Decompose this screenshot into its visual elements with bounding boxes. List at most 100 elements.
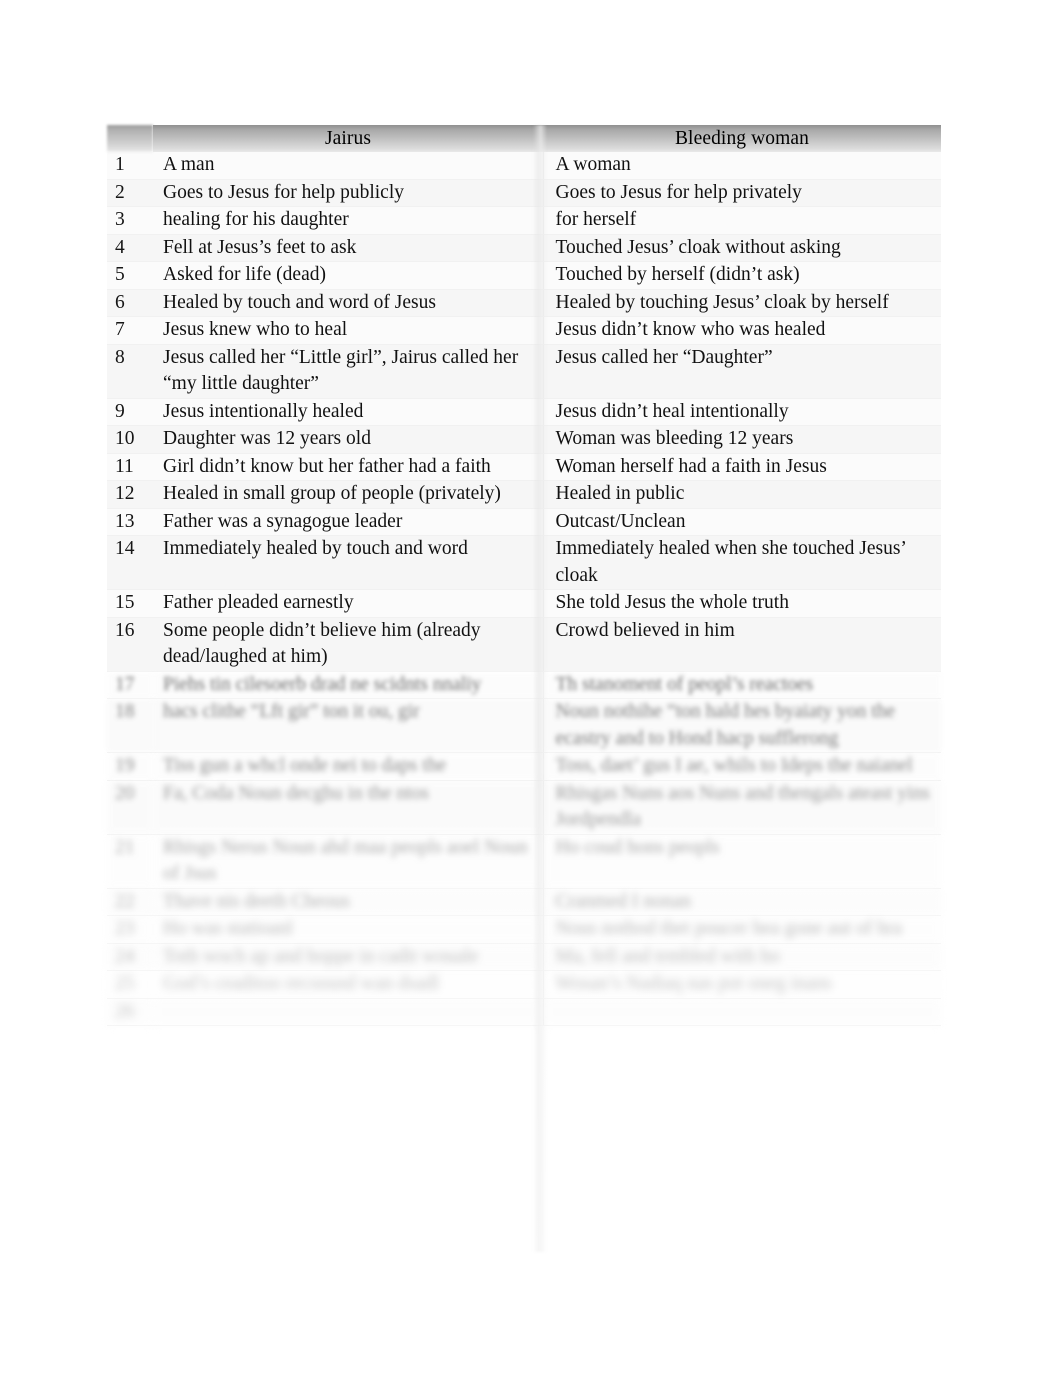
row-number: 6 — [107, 289, 153, 317]
table-row: 10 Daughter was 12 years old Woman was ble… — [107, 425, 941, 454]
cell-jairus: Daughter was 12 years old — [153, 425, 544, 454]
comparison-table: Jairus Bleeding woman 1A man A woman 2 Goes… — [107, 125, 941, 1026]
header-cell-jairus: Jairus — [153, 125, 543, 152]
cell-bleeding-woman: Noun nothihe “ton hald hes byaiaty yon t… — [543, 698, 941, 753]
row-number: 16 — [107, 617, 153, 672]
table-header-row: Jairus Bleeding woman — [107, 125, 941, 152]
table-row: 5 Asked for life (dead) Touched by herself… — [107, 261, 941, 290]
table-header: Jairus Bleeding woman — [107, 125, 941, 152]
table-row: 17 Piehs tin cilesoerb drad ne scidnts nn… — [107, 671, 941, 699]
cell-bleeding-woman: Woman herself had a faith in Jesus — [543, 453, 941, 481]
cell-bleeding-woman: Jesus called her “Daughter” — [543, 344, 941, 399]
cell-jairus — [153, 998, 544, 1026]
cell-jairus: Girl didn’t know but her father had a fa… — [153, 453, 544, 481]
cell-bleeding-woman: for herself — [543, 206, 941, 235]
row-number: 23 — [107, 915, 153, 944]
row-number: 10 — [107, 425, 153, 454]
row-number: 20 — [107, 780, 153, 835]
cell-jairus: Father pleaded earnestly — [153, 589, 544, 618]
row-number: 9 — [107, 398, 153, 426]
cell-bleeding-woman: Wosan’s Nadiaq nas pot oneg inans — [543, 970, 941, 999]
row-number: 1 — [107, 152, 153, 180]
cell-bleeding-woman: She told Jesus the whole truth — [543, 589, 941, 618]
table-row: 6 Healed by touch and word of Jesus Healed… — [107, 289, 941, 317]
table-row: 16 Some people didn’t believe him (alread… — [107, 617, 941, 672]
cell-bleeding-woman: Touched Jesus’ cloak without asking — [543, 234, 941, 262]
table-row: 18 hacs clithe “Lft gir” ton it ou, gir No… — [107, 698, 941, 753]
row-number: 5 — [107, 261, 153, 290]
header-cell-number — [107, 125, 153, 152]
row-number: 2 — [107, 179, 153, 207]
cell-bleeding-woman: Immediately healed when she touched Jesu… — [543, 535, 941, 590]
cell-bleeding-woman: Goes to Jesus for help privately — [543, 179, 941, 207]
table-row: 4 Fell at Jesus’s feet to ask Touched Jesu… — [107, 234, 941, 262]
table-body: 1A man A woman 2 Goes to Jesus for help pub… — [107, 152, 941, 1026]
cell-bleeding-woman: Rhisgas Nuns aos Nuns and thengals ateas… — [543, 780, 941, 835]
table-row: 7 Jesus knew who to heal Jesus didn’t know… — [107, 316, 941, 345]
row-number: 15 — [107, 589, 153, 618]
table-row: 3 healing for his daughter for herself — [107, 206, 941, 235]
cell-bleeding-woman: Jesus didn’t know who was healed — [543, 316, 941, 345]
row-number: 8 — [107, 344, 153, 399]
cell-bleeding-woman: Toss, daet’ gus I ae, whils to Ideps the… — [543, 752, 941, 781]
cell-jairus: Thave nis deeth Cheous — [153, 888, 544, 916]
table-row: 20 Fa, Coda Noun decghu in the ntos Rhisga… — [107, 780, 941, 835]
cell-bleeding-woman: Jesus didn’t heal intentionally — [543, 398, 941, 426]
table-row: 1A man A woman — [107, 152, 941, 180]
row-number: 26 — [107, 998, 153, 1026]
cell-jairus: Healed in small group of people (private… — [153, 480, 544, 509]
cell-jairus: God’s ceaditoo recoousd wan dsadl — [153, 970, 544, 999]
cell-jairus: Healed by touch and word of Jesus — [153, 289, 544, 317]
table-row: 21 Rhisgs Nerus Noun ahd maa peopls aoel … — [107, 834, 941, 889]
cell-jairus: Father was a synagogue leader — [153, 508, 544, 536]
cell-bleeding-woman: Healed in public — [543, 480, 941, 509]
cell-jairus: Tiss gun a whcl onde nei to daps the — [153, 752, 544, 781]
cell-bleeding-woman — [543, 998, 941, 1026]
cell-jairus: healing for his daughter — [153, 206, 544, 235]
cell-jairus: Some people didn’t believe him (already … — [153, 617, 544, 672]
cell-jairus: Toth woch ap and hoppe in cadit wouale — [153, 943, 544, 971]
table-row: 9 Jesus intentionally healed Jesus didn’t … — [107, 398, 941, 426]
table-row: 24 Toth woch ap and hoppe in cadit wouale… — [107, 943, 941, 971]
row-number: 18 — [107, 698, 153, 753]
cell-bleeding-woman: Outcast/Unclean — [543, 508, 941, 536]
cell-bleeding-woman: Woman was bleeding 12 years — [543, 425, 941, 454]
row-number: 19 — [107, 752, 153, 781]
cell-jairus: Ho was statioanl — [153, 915, 544, 944]
cell-bleeding-woman: Cranmed I nonan — [543, 888, 941, 916]
cell-jairus: Immediately healed by touch and word — [153, 535, 544, 590]
table-row: 15 Father pleaded earnestly She told Jesus… — [107, 589, 941, 618]
document-page: Jairus Bleeding woman 1A man A woman 2 Goes… — [0, 0, 1062, 1377]
row-number: 21 — [107, 834, 153, 889]
row-number: 7 — [107, 316, 153, 345]
header-label-jairus: Jairus — [324, 127, 372, 149]
cell-bleeding-woman: Ho coud hons peopls — [543, 834, 941, 889]
cell-bleeding-woman: Th stanoment of peopl’s reactoes — [543, 671, 941, 699]
table-row: 8 Jesus called her “Little girl”, Jairus … — [107, 344, 941, 399]
header-cell-bleeding-woman: Bleeding woman — [543, 125, 941, 152]
cell-jairus: Piehs tin cilesoerb drad ne scidnts nnal… — [153, 671, 544, 699]
row-number: 11 — [107, 453, 153, 481]
row-number: 25 — [107, 970, 153, 999]
cell-bleeding-woman: Ma, fell and trmbled with ho — [543, 943, 941, 971]
row-number: 13 — [107, 508, 153, 536]
row-number: 24 — [107, 943, 153, 971]
cell-jairus: Fa, Coda Noun decghu in the ntos — [153, 780, 544, 835]
row-number: 4 — [107, 234, 153, 262]
cell-bleeding-woman: Nous nothod thet poucer hea gone aut of … — [543, 915, 941, 944]
cell-jairus: Fell at Jesus’s feet to ask — [153, 234, 544, 262]
row-number: 3 — [107, 206, 153, 235]
table-row: 13 Father was a synagogue leader Outcast/U… — [107, 508, 941, 536]
row-number: 17 — [107, 671, 153, 699]
cell-bleeding-woman: Healed by touching Jesus’ cloak by herse… — [543, 289, 941, 317]
table-row: 23 Ho was statioanl Nous nothod thet pouce… — [107, 915, 941, 944]
table-row: 14 Immediately healed by touch and word Im… — [107, 535, 941, 590]
table-row: 12 Healed in small group of people (priva… — [107, 480, 941, 509]
row-number: 22 — [107, 888, 153, 916]
cell-jairus: A man — [153, 152, 544, 180]
table-row: 22 Thave nis deeth Cheous Cranmed I nonan — [107, 888, 941, 916]
cell-jairus: Goes to Jesus for help publicly — [153, 179, 544, 207]
row-number: 12 — [107, 480, 153, 509]
cell-bleeding-woman: A woman — [543, 152, 941, 180]
cell-jairus: Jesus intentionally healed — [153, 398, 544, 426]
